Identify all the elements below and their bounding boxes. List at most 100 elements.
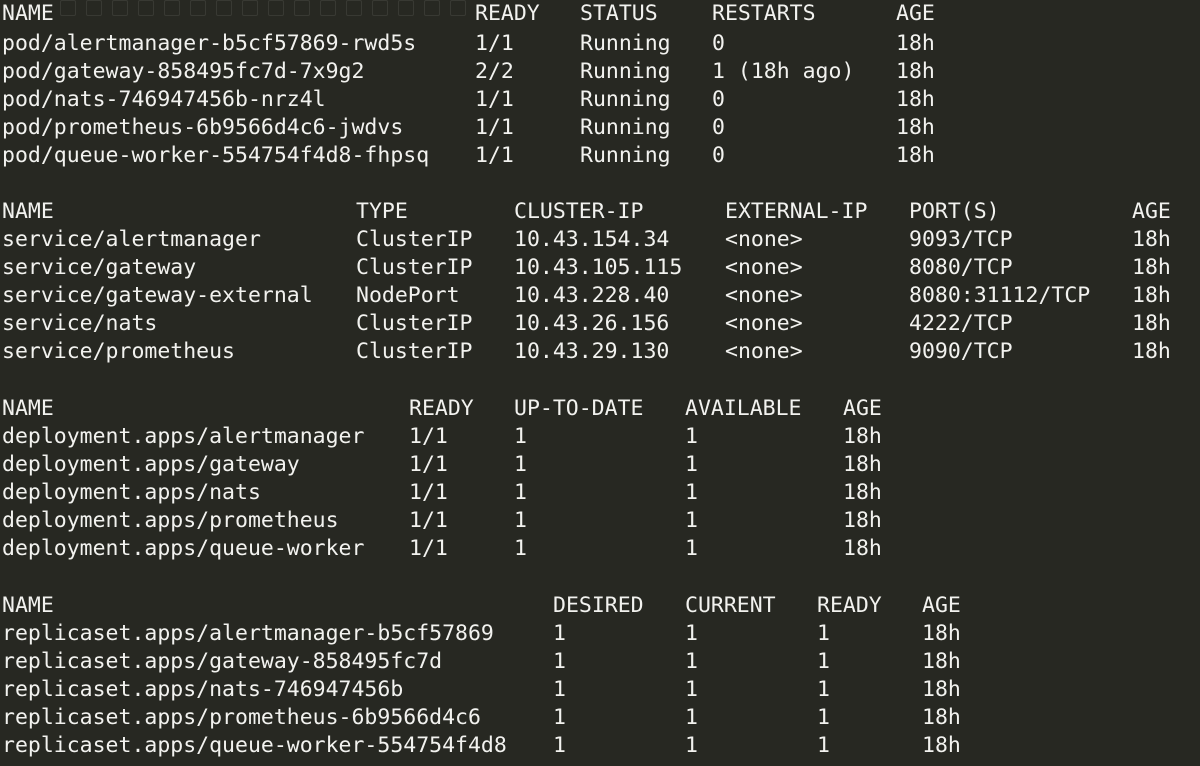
table-row: deployment.apps/prometheus 1/1 1 1 18h bbox=[0, 507, 1200, 535]
table-row: deployment.apps/nats 1/1 1 1 18h bbox=[0, 479, 1200, 507]
replicaset-desired: 1 bbox=[553, 649, 566, 674]
service-name: service/gateway-external bbox=[2, 283, 313, 308]
replicaset-current: 1 bbox=[685, 705, 698, 730]
deployment-age: 18h bbox=[843, 508, 882, 533]
service-external-ip: <none> bbox=[725, 311, 803, 336]
table-row: deployment.apps/gateway 1/1 1 1 18h bbox=[0, 451, 1200, 479]
deployment-up-to-date: 1 bbox=[514, 424, 527, 449]
deployment-available: 1 bbox=[685, 536, 698, 561]
pods-header-row: NAME READY STATUS RESTARTS AGE bbox=[0, 0, 1200, 28]
service-name: service/gateway bbox=[2, 255, 197, 280]
replicaset-desired: 1 bbox=[553, 705, 566, 730]
pod-age: 18h bbox=[896, 87, 935, 112]
table-row: replicaset.apps/alertmanager-b5cf57869 1… bbox=[0, 620, 1200, 648]
pod-name: pod/prometheus-6b9566d4c6-jwdvs bbox=[2, 115, 404, 140]
pod-restarts: 0 bbox=[712, 31, 725, 56]
table-row: replicaset.apps/queue-worker-554754f4d8 … bbox=[0, 732, 1200, 760]
column-header: CLUSTER-IP bbox=[514, 199, 644, 224]
replicaset-ready: 1 bbox=[817, 733, 830, 758]
replicaset-current: 1 bbox=[685, 733, 698, 758]
pod-ready: 2/2 bbox=[475, 59, 514, 84]
deployment-name: deployment.apps/nats bbox=[2, 480, 261, 505]
replicaset-name: replicaset.apps/prometheus-6b9566d4c6 bbox=[2, 705, 481, 730]
service-cluster-ip: 10.43.154.34 bbox=[514, 227, 670, 252]
service-type: ClusterIP bbox=[356, 227, 473, 252]
service-ports: 9093/TCP bbox=[909, 227, 1013, 252]
replicaset-name: replicaset.apps/gateway-858495fc7d bbox=[2, 649, 443, 674]
service-external-ip: <none> bbox=[725, 339, 803, 364]
terminal-window[interactable]: NAME READY STATUS RESTARTS AGE pod/alert… bbox=[0, 0, 1200, 766]
table-row: deployment.apps/queue-worker 1/1 1 1 18h bbox=[0, 535, 1200, 563]
pod-name: pod/queue-worker-554754f4d8-fhpsq bbox=[2, 143, 430, 168]
service-ports: 8080:31112/TCP bbox=[909, 283, 1091, 308]
table-row: service/prometheus ClusterIP 10.43.29.13… bbox=[0, 338, 1200, 366]
column-header: UP-TO-DATE bbox=[514, 396, 644, 421]
deployment-age: 18h bbox=[843, 452, 882, 477]
table-row: service/gateway ClusterIP 10.43.105.115 … bbox=[0, 254, 1200, 282]
deployment-ready: 1/1 bbox=[409, 424, 448, 449]
replicaset-desired: 1 bbox=[553, 733, 566, 758]
deployments-header-row: NAME READY UP-TO-DATE AVAILABLE AGE bbox=[0, 395, 1200, 423]
service-cluster-ip: 10.43.105.115 bbox=[514, 255, 683, 280]
pod-ready: 1/1 bbox=[475, 31, 514, 56]
replicaset-current: 1 bbox=[685, 677, 698, 702]
service-age: 18h bbox=[1132, 311, 1171, 336]
column-header: CURRENT bbox=[685, 593, 776, 618]
pod-name: pod/gateway-858495fc7d-7x9g2 bbox=[2, 59, 365, 84]
deployment-up-to-date: 1 bbox=[514, 452, 527, 477]
deployment-up-to-date: 1 bbox=[514, 536, 527, 561]
column-header: READY bbox=[475, 1, 540, 26]
pod-restarts: 0 bbox=[712, 115, 725, 140]
replicaset-ready: 1 bbox=[817, 677, 830, 702]
service-external-ip: <none> bbox=[725, 227, 803, 252]
pod-age: 18h bbox=[896, 31, 935, 56]
deployment-ready: 1/1 bbox=[409, 508, 448, 533]
service-type: ClusterIP bbox=[356, 255, 473, 280]
pod-restarts: 0 bbox=[712, 87, 725, 112]
column-header: NAME bbox=[2, 1, 54, 26]
service-name: service/nats bbox=[2, 311, 158, 336]
service-external-ip: <none> bbox=[725, 255, 803, 280]
column-header: NAME bbox=[2, 199, 54, 224]
column-header: AGE bbox=[896, 1, 935, 26]
column-header: RESTARTS bbox=[712, 1, 816, 26]
deployment-ready: 1/1 bbox=[409, 452, 448, 477]
pod-age: 18h bbox=[896, 59, 935, 84]
pod-name: pod/nats-746947456b-nrz4l bbox=[2, 87, 326, 112]
table-row: replicaset.apps/nats-746947456b 1 1 1 18… bbox=[0, 676, 1200, 704]
column-header: NAME bbox=[2, 593, 54, 618]
service-external-ip: <none> bbox=[725, 283, 803, 308]
service-ports: 8080/TCP bbox=[909, 255, 1013, 280]
replicaset-age: 18h bbox=[922, 649, 961, 674]
pod-restarts: 0 bbox=[712, 143, 725, 168]
deployment-ready: 1/1 bbox=[409, 536, 448, 561]
replicaset-ready: 1 bbox=[817, 705, 830, 730]
service-age: 18h bbox=[1132, 255, 1171, 280]
pod-restarts: 1 (18h ago) bbox=[712, 59, 855, 84]
deployment-up-to-date: 1 bbox=[514, 480, 527, 505]
column-header: DESIRED bbox=[553, 593, 644, 618]
replicaset-age: 18h bbox=[922, 733, 961, 758]
pod-status: Running bbox=[580, 143, 671, 168]
table-row: pod/nats-746947456b-nrz4l 1/1 Running 0 … bbox=[0, 86, 1200, 114]
service-age: 18h bbox=[1132, 227, 1171, 252]
table-row: deployment.apps/alertmanager 1/1 1 1 18h bbox=[0, 423, 1200, 451]
column-header: NAME bbox=[2, 396, 54, 421]
replicaset-age: 18h bbox=[922, 621, 961, 646]
service-type: NodePort bbox=[356, 283, 460, 308]
service-age: 18h bbox=[1132, 283, 1171, 308]
column-header: AGE bbox=[922, 593, 961, 618]
column-header: TYPE bbox=[356, 199, 408, 224]
service-ports: 4222/TCP bbox=[909, 311, 1013, 336]
pod-status: Running bbox=[580, 87, 671, 112]
column-header: AGE bbox=[1132, 199, 1171, 224]
table-row: service/alertmanager ClusterIP 10.43.154… bbox=[0, 226, 1200, 254]
column-header: EXTERNAL-IP bbox=[725, 199, 868, 224]
deployment-ready: 1/1 bbox=[409, 480, 448, 505]
column-header: READY bbox=[817, 593, 882, 618]
table-row: service/gateway-external NodePort 10.43.… bbox=[0, 282, 1200, 310]
replicaset-ready: 1 bbox=[817, 621, 830, 646]
replicaset-name: replicaset.apps/queue-worker-554754f4d8 bbox=[2, 733, 507, 758]
service-age: 18h bbox=[1132, 339, 1171, 364]
replicaset-current: 1 bbox=[685, 649, 698, 674]
